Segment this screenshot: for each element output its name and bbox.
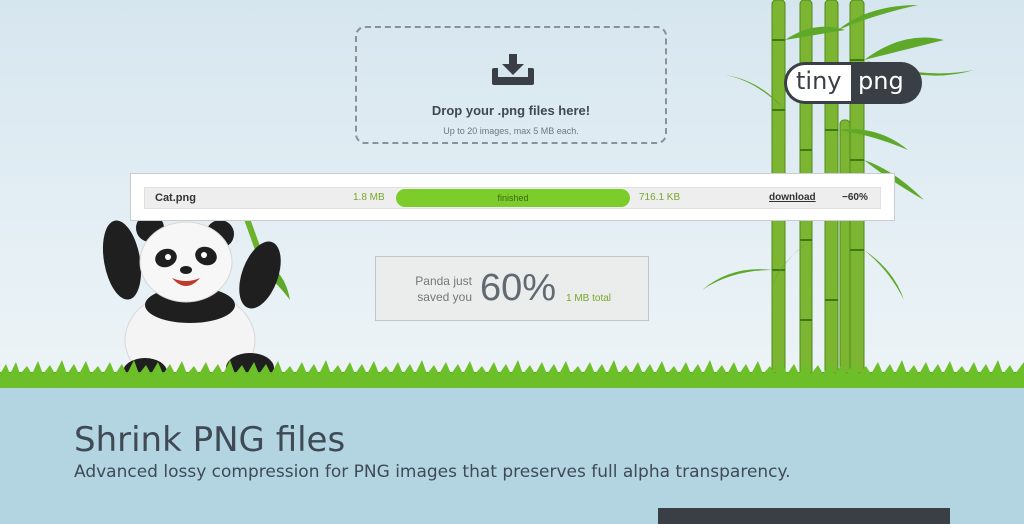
savings-percent: 60% [480, 267, 557, 309]
dark-panel-edge [658, 508, 950, 524]
page-heading: Shrink PNG files [74, 420, 346, 460]
grass-strip [0, 360, 1024, 388]
savings-caption: Panda just saved you [400, 273, 472, 305]
savings-total: 1 MB total [566, 293, 612, 304]
reduction-percent: −60% [842, 192, 868, 203]
savings-caption-line1: Panda just [415, 274, 472, 288]
file-results-panel: Cat.png 1.8 MB finished 716.1 KB downloa… [130, 173, 895, 221]
upload-dropzone[interactable]: Drop your .png files here! Up to 20 imag… [355, 26, 667, 144]
file-row: Cat.png 1.8 MB finished 716.1 KB downloa… [144, 187, 881, 209]
logo-text-left: tiny [796, 67, 842, 95]
compressed-size: 716.1 KB [639, 192, 681, 203]
file-name: Cat.png [155, 192, 196, 204]
page-subheading: Advanced lossy compression for PNG image… [74, 462, 791, 482]
savings-caption-line2: saved you [417, 290, 472, 304]
logo-text-right: png [858, 67, 904, 95]
original-size: 1.8 MB [353, 192, 385, 203]
hero-section: Drop your .png files here! Up to 20 imag… [0, 0, 1024, 388]
savings-summary: Panda just saved you 60% 1 MB total [375, 256, 649, 321]
dropzone-title: Drop your .png files here! [431, 103, 591, 118]
tinypng-logo[interactable]: tiny png [784, 62, 922, 104]
progress-bar: finished [396, 189, 630, 207]
download-tray-icon [492, 54, 534, 85]
dropzone-subtitle: Up to 20 images, max 5 MB each. [443, 126, 579, 136]
download-link[interactable]: download [769, 188, 816, 208]
